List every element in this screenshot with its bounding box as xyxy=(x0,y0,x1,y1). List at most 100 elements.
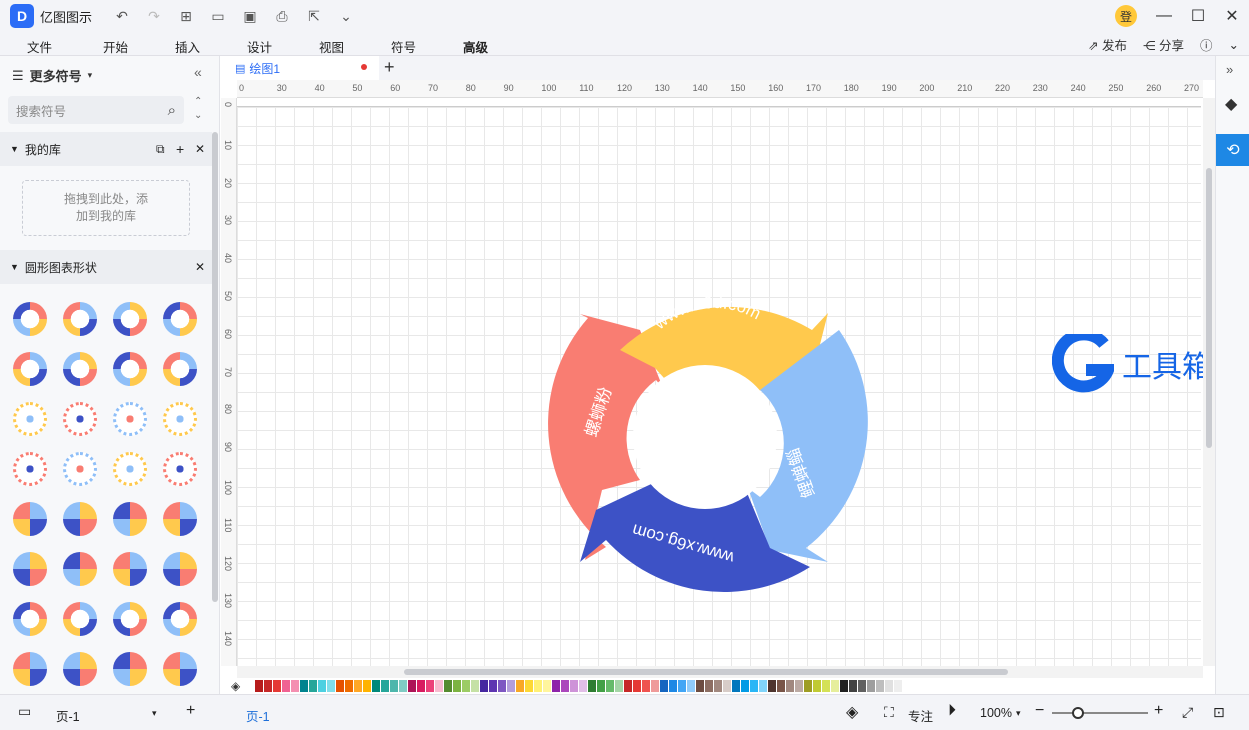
color-swatch[interactable] xyxy=(858,680,866,692)
import-icon[interactable]: ⧉ xyxy=(156,142,165,157)
close-icon[interactable]: ✕ xyxy=(195,260,205,274)
zoom-out-button[interactable]: − xyxy=(1035,702,1044,720)
menu-insert[interactable]: 插入 xyxy=(175,37,200,56)
color-swatch[interactable] xyxy=(489,680,497,692)
color-swatch[interactable] xyxy=(723,680,731,692)
circle-chart-shape[interactable] xyxy=(63,402,97,436)
menu-design[interactable]: 设计 xyxy=(247,37,272,56)
circle-chart-shape[interactable] xyxy=(113,652,147,686)
tab-drawing1[interactable]: ▤ 绘图1 xyxy=(221,56,379,80)
circle-chart-shape[interactable] xyxy=(13,452,47,486)
scroll-down-icon[interactable]: ⌄ xyxy=(194,110,202,121)
undo-icon[interactable]: ↶ xyxy=(108,4,136,28)
circle-chart-shape[interactable] xyxy=(13,302,47,336)
color-swatch[interactable] xyxy=(579,680,587,692)
color-swatch[interactable] xyxy=(606,680,614,692)
close-button[interactable]: ✕ xyxy=(1215,6,1249,26)
color-swatch[interactable] xyxy=(264,680,272,692)
fill-style-icon[interactable]: ◆ xyxy=(1225,94,1237,114)
color-swatch[interactable] xyxy=(327,680,335,692)
color-swatch[interactable] xyxy=(363,680,371,692)
color-swatch[interactable] xyxy=(840,680,848,692)
color-swatch[interactable] xyxy=(822,680,830,692)
zoom-level[interactable]: 100% xyxy=(980,706,1012,720)
page-panel-icon[interactable]: ▭ xyxy=(18,703,31,720)
menu-home[interactable]: 开始 xyxy=(103,37,128,56)
color-swatch[interactable] xyxy=(714,680,722,692)
circle-chart-shape[interactable] xyxy=(63,452,97,486)
circle-chart-shape[interactable] xyxy=(63,552,97,586)
color-swatch[interactable] xyxy=(588,680,596,692)
new-file-icon[interactable]: ⊞ xyxy=(172,4,200,28)
redo-icon[interactable]: ↷ xyxy=(140,4,168,28)
color-swatch[interactable] xyxy=(255,680,263,692)
circle-chart-shape[interactable] xyxy=(163,552,197,586)
circle-chart-shape[interactable] xyxy=(163,502,197,536)
collapse-sidebar-icon[interactable]: « xyxy=(194,64,202,80)
fill-bucket-icon[interactable]: ◈ xyxy=(221,679,255,693)
color-swatch[interactable] xyxy=(624,680,632,692)
color-swatch[interactable] xyxy=(543,680,551,692)
circle-chart-shape[interactable] xyxy=(113,302,147,336)
color-swatch[interactable] xyxy=(408,680,416,692)
circle-chart-shape[interactable] xyxy=(63,652,97,686)
color-swatch[interactable] xyxy=(849,680,857,692)
color-swatch[interactable] xyxy=(426,680,434,692)
color-swatch[interactable] xyxy=(336,680,344,692)
publish-button[interactable]: ⇗ 发布 xyxy=(1088,35,1127,54)
color-swatch[interactable] xyxy=(678,680,686,692)
color-swatch[interactable] xyxy=(273,680,281,692)
scroll-up-icon[interactable]: ⌃ xyxy=(194,96,202,107)
more-dropdown-icon[interactable]: ⌄ xyxy=(332,4,360,28)
circle-chart-shape[interactable] xyxy=(13,352,47,386)
menu-file[interactable]: 文件 xyxy=(27,37,52,56)
focus-mode-icon[interactable]: ⛶ xyxy=(884,704,894,721)
color-swatch[interactable] xyxy=(759,680,767,692)
color-swatch[interactable] xyxy=(561,680,569,692)
maximize-button[interactable]: ☐ xyxy=(1181,6,1215,26)
circle-chart-shape[interactable] xyxy=(63,302,97,336)
focus-mode-label[interactable]: 专注 xyxy=(908,706,933,725)
color-swatch[interactable] xyxy=(867,680,875,692)
color-swatch[interactable] xyxy=(651,680,659,692)
color-swatch[interactable] xyxy=(300,680,308,692)
color-swatch[interactable] xyxy=(669,680,677,692)
color-swatch[interactable] xyxy=(786,680,794,692)
color-swatch[interactable] xyxy=(615,680,623,692)
share-button[interactable]: ⋲ 分享 xyxy=(1143,35,1184,54)
horizontal-scrollbar-thumb[interactable] xyxy=(404,669,1008,675)
close-icon[interactable]: ✕ xyxy=(195,142,205,156)
color-swatch[interactable] xyxy=(525,680,533,692)
circle-chart-shape[interactable] xyxy=(163,402,197,436)
open-folder-icon[interactable]: ▭ xyxy=(204,4,232,28)
color-swatch[interactable] xyxy=(660,680,668,692)
color-swatch[interactable] xyxy=(732,680,740,692)
save-icon[interactable]: ▣ xyxy=(236,4,264,28)
color-swatch[interactable] xyxy=(741,680,749,692)
circle-chart-shape[interactable] xyxy=(13,552,47,586)
fit-page-icon[interactable]: ⤢ xyxy=(1182,704,1193,721)
add-icon[interactable]: + xyxy=(176,141,184,157)
circle-chart-shape[interactable] xyxy=(163,652,197,686)
add-tab-button[interactable]: + xyxy=(384,57,395,78)
page-select[interactable]: 页-1 xyxy=(56,706,80,725)
color-swatch[interactable] xyxy=(876,680,884,692)
circle-chart-shape[interactable] xyxy=(113,502,147,536)
user-avatar[interactable]: 登 xyxy=(1115,5,1137,27)
add-page-button[interactable]: + xyxy=(186,702,195,720)
color-swatch[interactable] xyxy=(777,680,785,692)
color-swatch[interactable] xyxy=(516,680,524,692)
circle-chart-shape[interactable] xyxy=(163,602,197,636)
color-swatch[interactable] xyxy=(804,680,812,692)
color-swatch[interactable] xyxy=(381,680,389,692)
color-swatch[interactable] xyxy=(507,680,515,692)
color-swatch[interactable] xyxy=(291,680,299,692)
color-swatch[interactable] xyxy=(750,680,758,692)
print-icon[interactable]: ⎙ xyxy=(268,4,296,28)
color-swatch[interactable] xyxy=(831,680,839,692)
color-swatch[interactable] xyxy=(309,680,317,692)
color-swatch[interactable] xyxy=(534,680,542,692)
color-swatch[interactable] xyxy=(885,680,893,692)
circle-chart-shape[interactable] xyxy=(113,602,147,636)
vertical-scrollbar-thumb[interactable] xyxy=(1206,168,1212,448)
